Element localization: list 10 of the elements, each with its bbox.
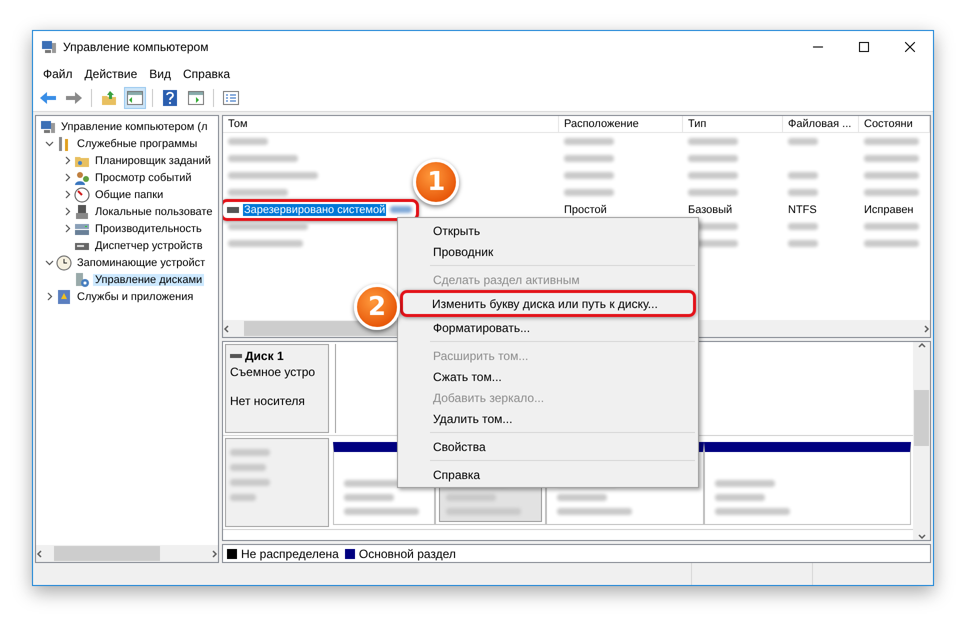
window-title: Управление компьютером: [63, 40, 210, 54]
table-cell: Базовый: [688, 204, 732, 216]
disk-type: Съемное устро: [230, 365, 316, 379]
legend-label: Не распределена: [241, 546, 339, 560]
table-cell: Исправен: [864, 204, 914, 216]
legend-label: Основной раздел: [358, 546, 456, 560]
disk-name: Диск 1: [230, 349, 324, 363]
table-cell: NTFS: [788, 204, 817, 216]
disk-status: Нет носителя: [230, 394, 306, 408]
table-cell: Простой: [564, 204, 607, 216]
